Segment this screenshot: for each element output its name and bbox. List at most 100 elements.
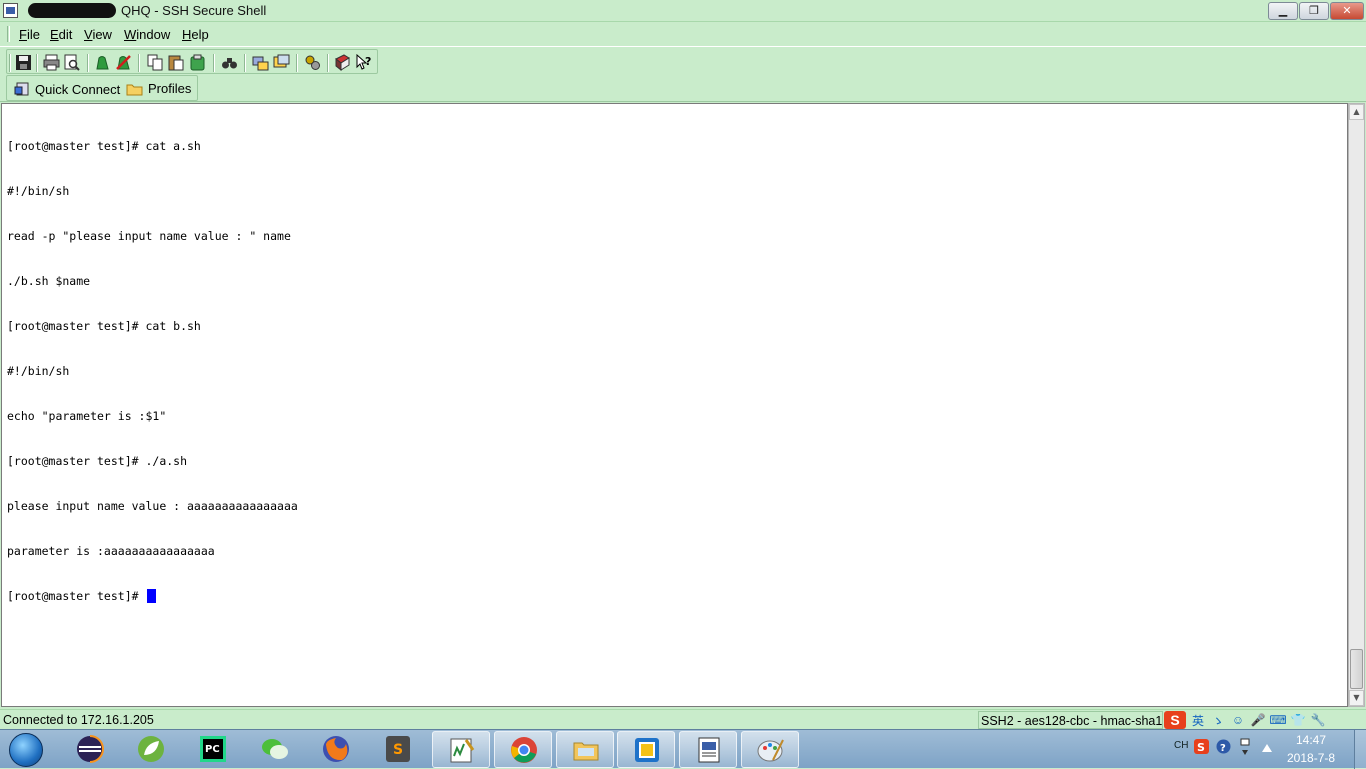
sublime-icon: S (386, 736, 410, 762)
quick-connect-button[interactable]: Quick Connect (14, 81, 120, 97)
firefox-icon (323, 736, 349, 762)
taskbar-app-pycharm[interactable]: PC (184, 731, 242, 768)
window-title: QHQ - SSH Secure Shell (121, 3, 267, 18)
svg-text:PC: PC (205, 744, 220, 755)
chrome-icon (511, 737, 537, 763)
ime-language-icon[interactable]: 英 (1190, 712, 1206, 728)
terminal-cursor (147, 589, 157, 603)
toolbar-separator (138, 54, 140, 72)
connect-icon[interactable] (94, 54, 111, 71)
paint-icon (757, 739, 784, 762)
toolbar-separator (327, 54, 329, 72)
terminal-output: [root@master test]# cat a.sh #!/bin/sh r… (7, 109, 298, 634)
ssh-client-icon (698, 737, 720, 763)
menu-help[interactable]: Help (182, 27, 209, 42)
find-icon[interactable] (221, 54, 238, 71)
terminal-prompt-line: [root@master test]# (7, 589, 298, 604)
toolbar-separator (87, 54, 89, 72)
ime-skin-icon[interactable]: 👕 (1290, 712, 1306, 728)
app-icon[interactable] (3, 3, 18, 18)
menu-bar: File Edit View Window Help (0, 23, 1366, 45)
context-help-icon[interactable]: ? (355, 54, 372, 71)
taskbar-app-sublime[interactable]: S (369, 731, 427, 768)
menu-window[interactable]: Window (124, 27, 170, 42)
cipher-status: SSH2 - aes128-cbc - hmac-sha1 (978, 711, 1163, 729)
ime-voice-icon[interactable]: 🎤 (1250, 712, 1266, 728)
taskbar-app-notepad[interactable] (432, 731, 490, 768)
status-bar: Connected to 172.16.1.205 SSH2 - aes128-… (0, 709, 1366, 729)
terminal-line: [root@master test]# cat a.sh (7, 139, 201, 153)
svg-text:?: ? (1220, 743, 1226, 754)
scroll-thumb[interactable] (1350, 649, 1363, 689)
terminal-line: #!/bin/sh (7, 364, 70, 378)
clock-time[interactable]: 14:47 (1296, 733, 1326, 747)
svg-text:?: ? (365, 55, 371, 68)
close-button[interactable]: ✕ (1330, 2, 1364, 20)
terminal-view[interactable]: [root@master test]# cat a.sh #!/bin/sh r… (1, 103, 1348, 707)
copy-icon[interactable] (147, 54, 164, 71)
toolbar-separator (296, 54, 298, 72)
toolbar-separator (36, 54, 38, 72)
taskbar-app-wechat[interactable] (246, 731, 304, 768)
toolbar-separator (213, 54, 215, 72)
scroll-down-arrow[interactable]: ▼ (1349, 690, 1364, 706)
vertical-scrollbar[interactable]: ▲ ▼ (1348, 103, 1365, 707)
terminal-prompt: [root@master test]# (7, 589, 146, 603)
folder-icon (126, 84, 143, 95)
terminal-line: [root@master test]# cat b.sh (7, 319, 201, 333)
taskbar-app-chrome[interactable] (494, 731, 552, 768)
menu-edit[interactable]: Edit (50, 27, 72, 42)
toolbar-grip[interactable] (9, 54, 11, 72)
terminal-line: please input name value : aaaaaaaaaaaaaa… (7, 499, 298, 513)
profiles-label: Profiles (148, 81, 192, 96)
sogou-tray-icon[interactable]: S (1194, 739, 1209, 754)
settings-icon[interactable] (304, 54, 321, 71)
menu-file[interactable]: File (19, 27, 40, 42)
taskbar-app-ssh-client[interactable] (679, 731, 737, 768)
ime-tools-icon[interactable]: 🔧 (1310, 712, 1326, 728)
title-bar: QHQ - SSH Secure Shell ▁ ❐ ✕ (0, 0, 1366, 22)
print-preview-icon[interactable] (63, 54, 80, 71)
paste-clipboard-icon[interactable] (189, 54, 206, 71)
svg-text:S: S (1197, 741, 1205, 754)
quick-connect-bar: Quick Connect Profiles (0, 74, 1366, 102)
profiles-button[interactable]: Profiles (126, 81, 191, 96)
ime-punctuation-icon[interactable]: ゝ (1210, 712, 1226, 728)
disconnect-icon[interactable] (115, 54, 132, 71)
new-terminal-icon[interactable] (273, 54, 290, 71)
start-button[interactable] (6, 731, 46, 769)
language-indicator[interactable]: CH (1174, 740, 1188, 751)
print-icon[interactable] (43, 54, 60, 71)
save-icon[interactable] (15, 54, 32, 71)
show-hidden-icons-icon[interactable] (1262, 744, 1272, 752)
taskbar-app-virtualbox[interactable] (617, 731, 675, 768)
network-tray-icon[interactable] (1240, 738, 1250, 756)
file-transfer-icon[interactable] (252, 54, 269, 71)
scroll-up-arrow[interactable]: ▲ (1349, 104, 1364, 120)
terminal-line: ./b.sh $name (7, 274, 91, 288)
help-book-icon[interactable] (334, 54, 351, 71)
show-desktop-button[interactable] (1354, 730, 1366, 769)
taskbar-app-paint[interactable] (741, 731, 799, 768)
minimize-button[interactable]: ▁ (1268, 2, 1298, 20)
help-tray-icon[interactable]: ? (1216, 739, 1231, 754)
paste-icon[interactable] (168, 54, 185, 71)
taskbar-app-eclipse[interactable] (61, 731, 119, 768)
ime-emoji-icon[interactable]: ☺ (1230, 712, 1246, 728)
terminal-line: echo "parameter is :$1" (7, 409, 167, 423)
ime-keyboard-icon[interactable]: ⌨ (1269, 712, 1286, 728)
clock-date[interactable]: 2018-7-8 (1287, 751, 1335, 765)
connection-status: Connected to 172.16.1.205 (3, 713, 154, 727)
sogou-logo-icon[interactable]: S (1164, 711, 1186, 729)
menu-view[interactable]: View (84, 27, 112, 42)
terminal-line: [root@master test]# ./a.sh (7, 454, 188, 468)
maximize-button[interactable]: ❐ (1299, 2, 1329, 20)
quick-connect-label: Quick Connect (35, 81, 121, 97)
eclipse-icon (77, 735, 104, 763)
taskbar-app-firefox[interactable] (307, 731, 365, 768)
taskbar-app-spring[interactable] (122, 731, 180, 768)
taskbar-app-explorer[interactable] (556, 731, 614, 768)
menubar-grip[interactable] (7, 26, 10, 42)
taskbar: PC S CH S ? 14:47 2018-7-8 (0, 729, 1366, 769)
notepad-icon (450, 738, 475, 763)
